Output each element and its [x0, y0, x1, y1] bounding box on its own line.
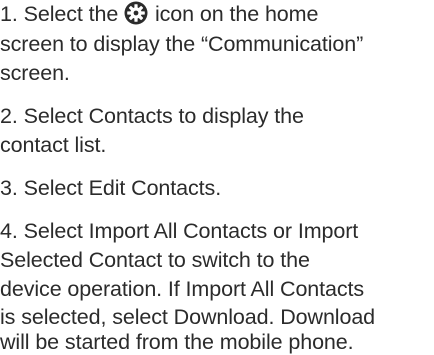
step-1-line-1: 1. Select the icon on the home: [0, 1, 318, 27]
step-4-line-2: Selected Contact to switch to the: [0, 248, 310, 272]
step-1-text-before-icon: 1. Select the: [0, 2, 125, 26]
instruction-steps: 1. Select the icon on the home screen to…: [0, 0, 434, 355]
step-2-line-1: 2. Select Contacts to display the: [0, 104, 304, 128]
step-3-line-1: 3. Select Edit Contacts.: [0, 176, 222, 200]
step-1-text-after-icon: icon on the home: [149, 2, 319, 26]
step-1-line-3: screen.: [0, 61, 70, 85]
step-2-line-2: contact list.: [0, 133, 107, 157]
step-4-line-3: device operation. If Import All Contacts: [0, 277, 365, 301]
step-1-line-2: screen to display the “Communication”: [0, 32, 364, 56]
step-4-line-4: is selected, select Download. Download: [0, 305, 376, 329]
gear-icon: [124, 1, 148, 25]
step-4-line-5: will be started from the mobile phone.: [0, 330, 354, 354]
step-4-line-1: 4. Select Import All Contacts or Import: [0, 219, 359, 243]
